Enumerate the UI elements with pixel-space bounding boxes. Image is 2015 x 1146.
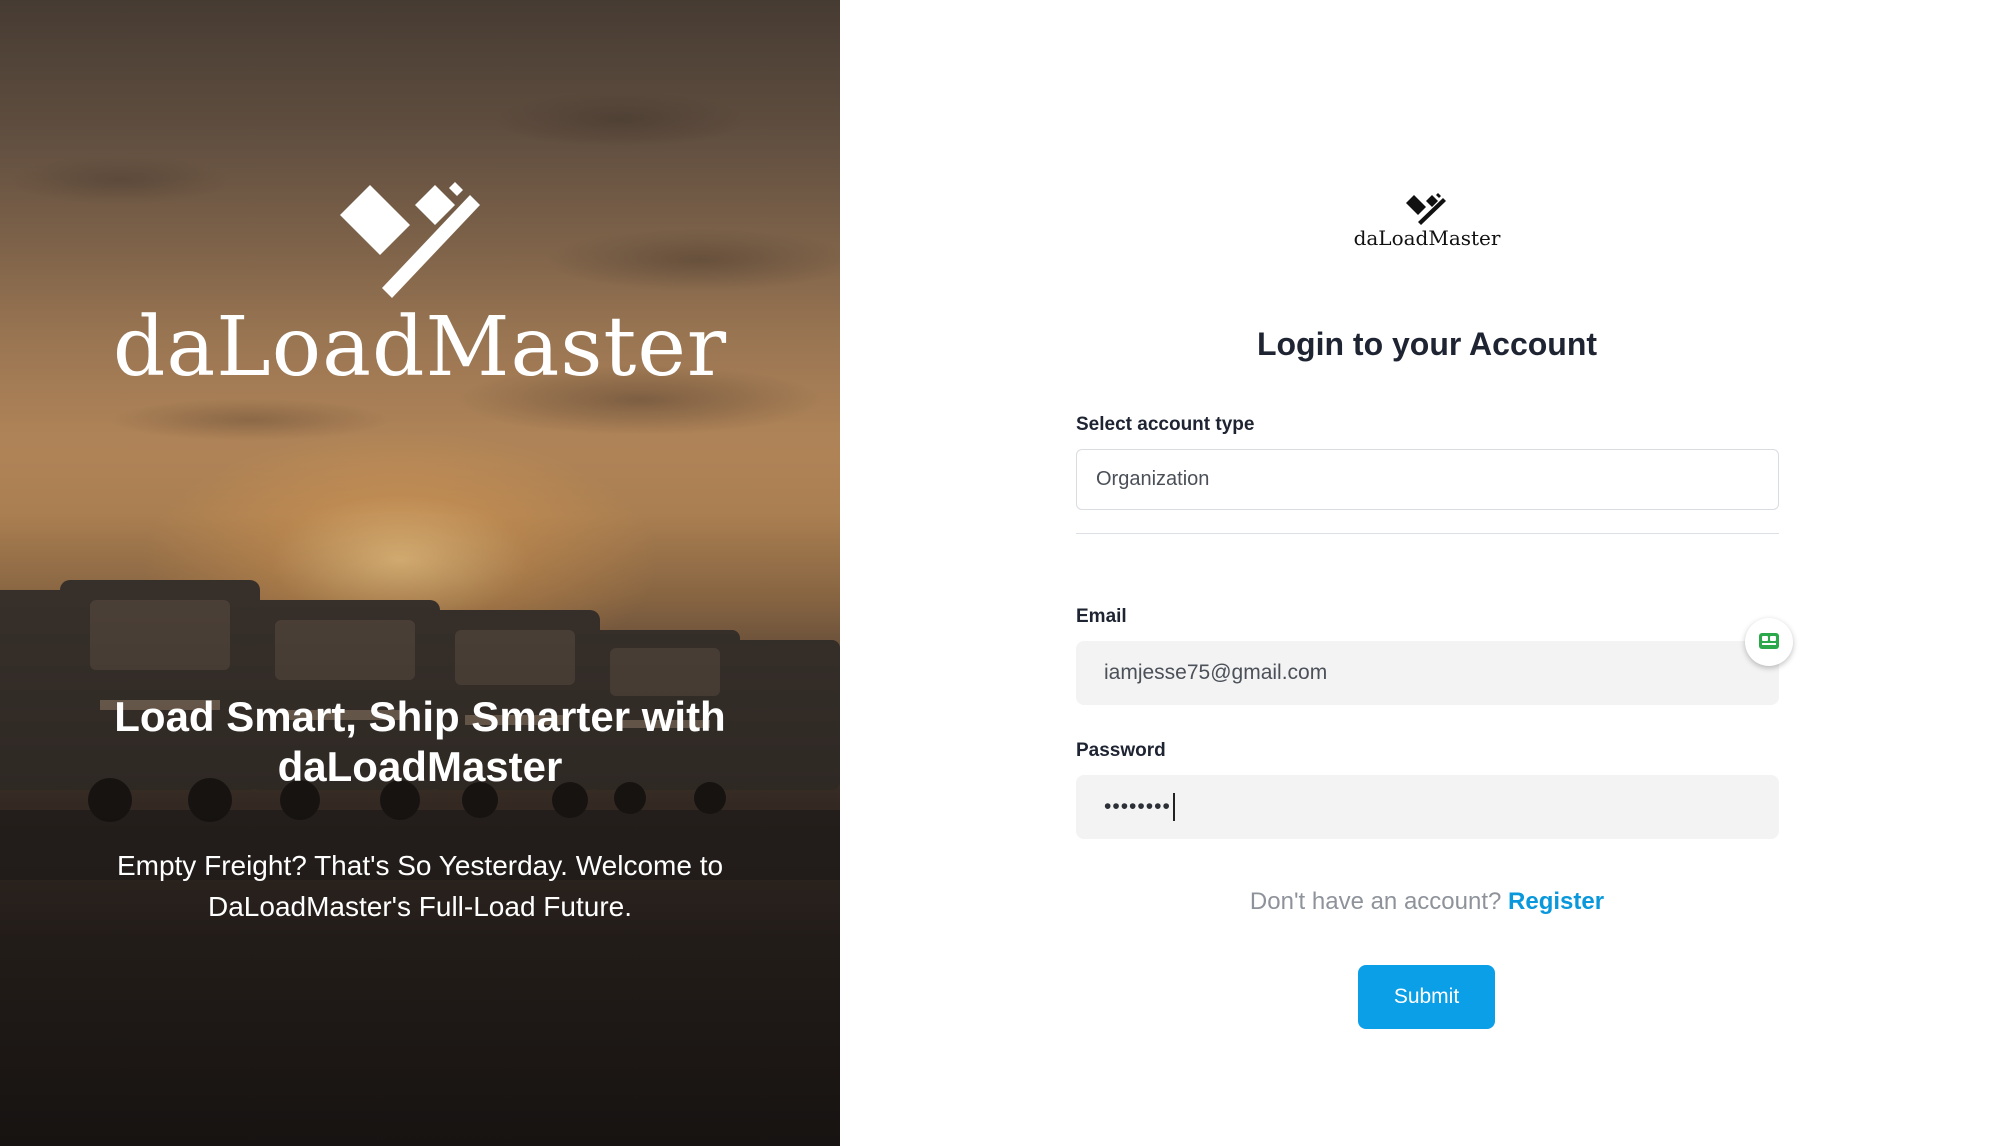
account-type-selected-value: Organization <box>1096 468 1210 490</box>
email-label: Email <box>1076 606 1127 627</box>
submit-button[interactable]: Submit <box>1358 965 1495 1029</box>
password-manager-button[interactable] <box>1745 618 1793 666</box>
hero-subtext: Empty Freight? That's So Yesterday. Welc… <box>116 850 724 922</box>
email-field[interactable]: iamjesse75@gmail.com <box>1076 641 1779 705</box>
brand-logo-small-icon <box>1406 193 1446 225</box>
password-manager-icon <box>1759 633 1779 649</box>
hero-overlay <box>0 0 840 1146</box>
password-label: Password <box>1076 740 1166 761</box>
hero-headline: Load Smart, Ship Smarter with daLoadMast… <box>114 693 726 790</box>
hero-brand-name: daLoadMaster <box>112 300 728 395</box>
password-field[interactable]: •••••••• <box>1076 775 1779 839</box>
page-title: Login to your Account <box>1256 326 1598 362</box>
account-type-select[interactable]: Organization <box>1076 449 1779 510</box>
brand-logo-icon <box>340 182 480 298</box>
register-prompt-line: Don't have an account? Register <box>1127 888 1727 916</box>
register-link[interactable]: Register <box>1508 888 1604 915</box>
brand-name: daLoadMaster <box>1353 226 1501 250</box>
account-type-label: Select account type <box>1076 414 1255 435</box>
text-caret <box>1172 793 1175 821</box>
hero-panel: daLoadMaster Load Smart, Ship Smarter wi… <box>0 0 840 1146</box>
register-prompt: Don't have an account? <box>1249 888 1502 915</box>
password-masked-value: •••••••• <box>1104 795 1171 818</box>
form-divider <box>1076 533 1779 534</box>
email-value: iamjesse75@gmail.com <box>1104 661 1328 684</box>
